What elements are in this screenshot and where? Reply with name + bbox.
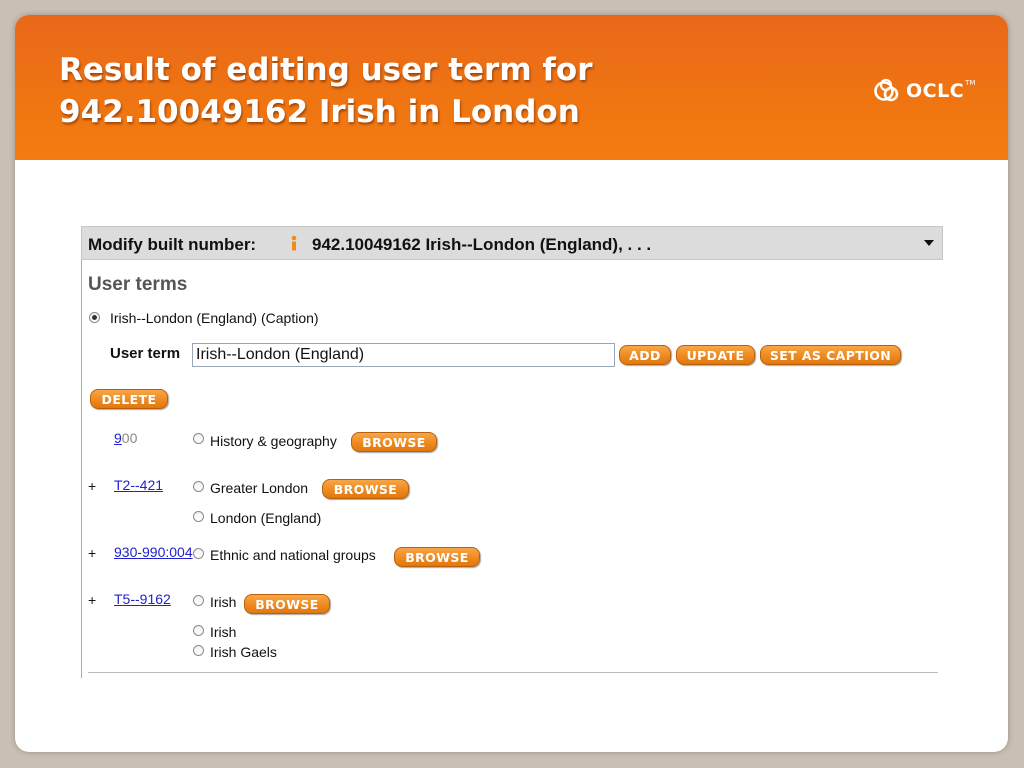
set-as-caption-button[interactable]: SET AS CAPTION	[760, 345, 901, 365]
option-label: Irish Gaels	[210, 644, 277, 660]
add-button[interactable]: ADD	[619, 345, 671, 365]
update-button[interactable]: UPDATE	[676, 345, 755, 365]
oclc-logo-icon	[874, 78, 899, 102]
option-radio[interactable]	[193, 645, 204, 656]
option-label: Ethnic and national groups	[210, 547, 376, 563]
number-link-plain: 00	[121, 430, 138, 446]
option-label: Irish	[210, 594, 237, 610]
option-radio[interactable]	[193, 625, 204, 636]
slide-title: Result of editing user term for 942.1004…	[59, 52, 593, 130]
option-label: History & geography	[210, 433, 337, 449]
browse-button[interactable]: BROWSE	[351, 432, 437, 452]
option-radio[interactable]	[193, 481, 204, 492]
number-link-900[interactable]: 900	[114, 430, 137, 446]
expand-icon[interactable]: +	[88, 478, 96, 494]
title-banner: Result of editing user term for 942.1004…	[15, 15, 1008, 160]
oclc-logo-tm: TM	[965, 79, 976, 87]
user-term-label: User term	[110, 345, 181, 362]
option-radio[interactable]	[193, 433, 204, 444]
panel-divider	[88, 672, 938, 673]
delete-button[interactable]: DELETE	[90, 389, 168, 409]
built-number-value: 942.10049162 Irish--London (England), . …	[312, 235, 652, 254]
caption-option-label: Irish--London (England) (Caption)	[110, 310, 319, 326]
browse-button[interactable]: BROWSE	[244, 594, 330, 614]
browse-button[interactable]: BROWSE	[394, 547, 480, 567]
webdewey-panel: Modify built number: 942.10049162 Irish-…	[81, 226, 944, 678]
built-number-header[interactable]: Modify built number: 942.10049162 Irish-…	[81, 226, 943, 260]
option-label: Irish	[210, 624, 237, 640]
option-radio[interactable]	[193, 595, 204, 606]
expand-icon[interactable]: +	[88, 592, 96, 608]
header-label: Modify built number:	[88, 235, 257, 254]
number-link[interactable]: 930-990:004	[114, 544, 194, 560]
user-terms-heading: User terms	[88, 274, 188, 295]
oclc-logo: OCLC TM	[873, 73, 975, 109]
number-link[interactable]: T5--9162	[114, 591, 171, 607]
option-radio[interactable]	[193, 511, 204, 522]
option-label: Greater London	[210, 480, 309, 496]
dropdown-arrow-icon[interactable]	[924, 240, 934, 246]
number-link-underlined[interactable]: 9	[114, 430, 122, 446]
browse-button[interactable]: BROWSE	[322, 479, 409, 499]
user-term-input[interactable]	[192, 343, 615, 367]
expand-icon[interactable]: +	[88, 545, 96, 561]
oclc-logo-text: OCLC	[906, 80, 965, 102]
number-link[interactable]: T2--421	[114, 477, 163, 493]
caption-radio[interactable]	[89, 312, 100, 323]
panel-border	[81, 226, 82, 678]
option-radio[interactable]	[193, 548, 204, 559]
user-icon	[291, 235, 297, 251]
option-label: London (England)	[210, 510, 322, 526]
